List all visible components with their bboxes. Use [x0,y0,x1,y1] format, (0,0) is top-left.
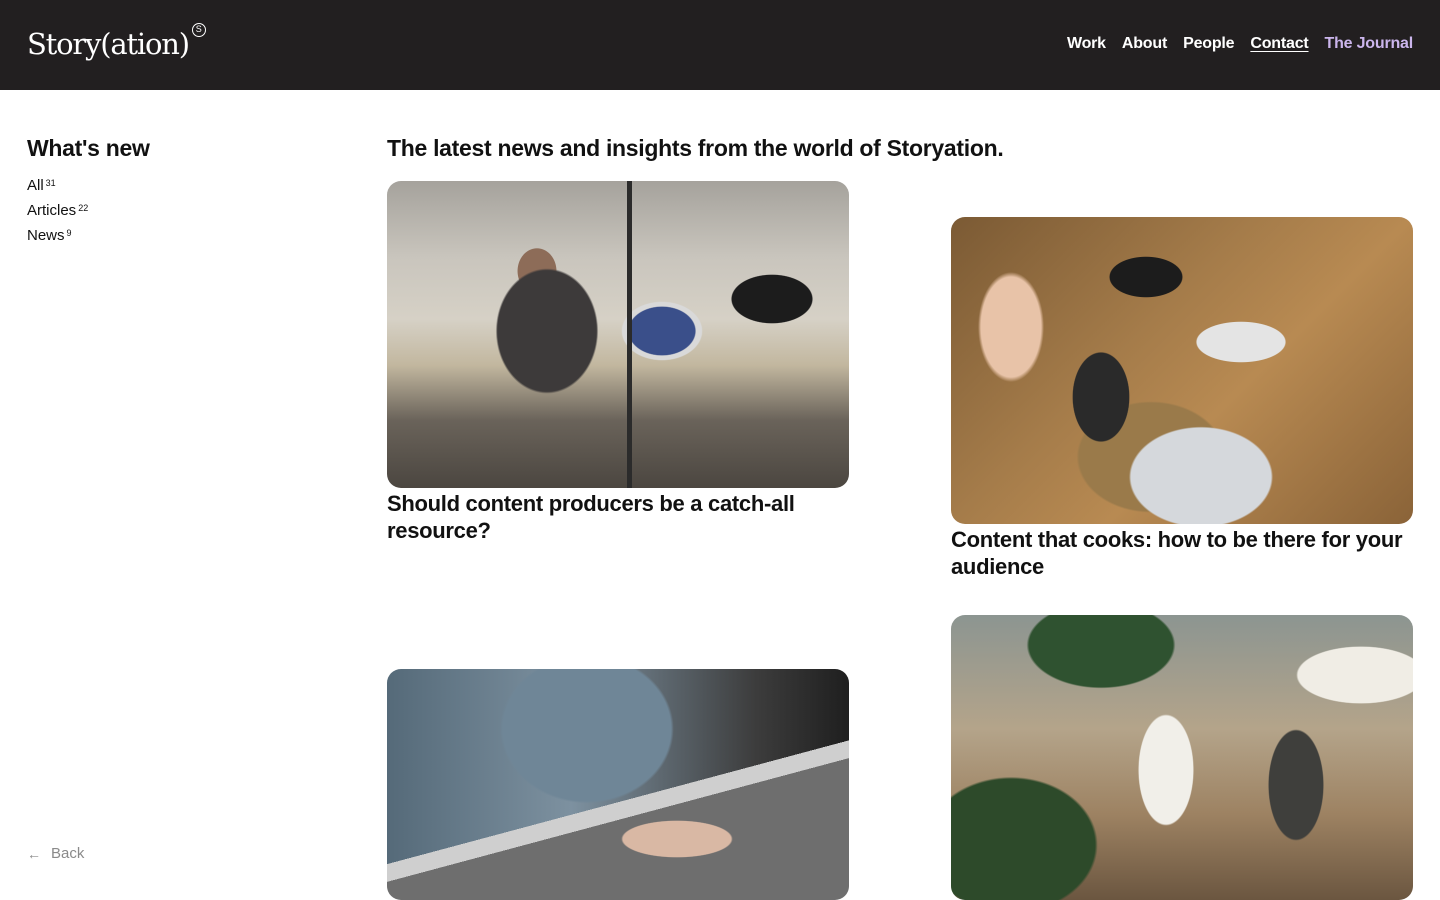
filter-all[interactable]: All 31 [27,173,88,198]
sidebar-title: What's new [27,135,150,161]
nav-work[interactable]: Work [1067,33,1106,55]
nav-people[interactable]: People [1183,33,1234,55]
filter-count: 9 [66,228,72,238]
main-nav: Work About People Contact The Journal [1067,33,1413,55]
arrow-left-icon: ← [27,846,41,862]
back-link[interactable]: ← Back [27,843,84,865]
video-interview-photo [387,181,849,488]
filter-label: All [27,177,44,194]
site-header: Story(ation) S Work About People Contact… [0,0,1440,90]
nav-the-journal[interactable]: The Journal [1325,33,1414,55]
article-card[interactable] [387,669,849,900]
page-intro: The latest news and insights from the wo… [387,135,1004,161]
article-card[interactable] [951,615,1413,900]
nav-about[interactable]: About [1122,33,1167,55]
filter-list: All 31 Articles 22 News 9 [27,173,88,248]
filter-label: Articles [27,202,77,219]
registered-mark-icon: S [191,23,206,37]
filter-count: 22 [78,203,89,213]
article-card[interactable]: Should content producers be a catch-all … [387,181,849,544]
logo-text: Story(ation) [27,27,190,61]
filter-count: 31 [45,178,56,188]
filter-articles[interactable]: Articles 22 [27,198,88,223]
article-title: Should content producers be a catch-all … [387,491,795,543]
logo[interactable]: Story(ation) S [27,23,206,64]
nav-contact[interactable]: Contact [1250,33,1308,55]
article-card[interactable]: Content that cooks: how to be there for … [951,217,1413,580]
article-title: Content that cooks: how to be there for … [951,527,1403,579]
back-label: Back [51,845,85,862]
filter-news[interactable]: News 9 [27,223,88,248]
laptop-writing-photo [387,669,849,900]
filter-label: News [27,227,65,244]
phones-food-photo [951,217,1413,524]
meeting-cafe-photo [951,615,1413,900]
